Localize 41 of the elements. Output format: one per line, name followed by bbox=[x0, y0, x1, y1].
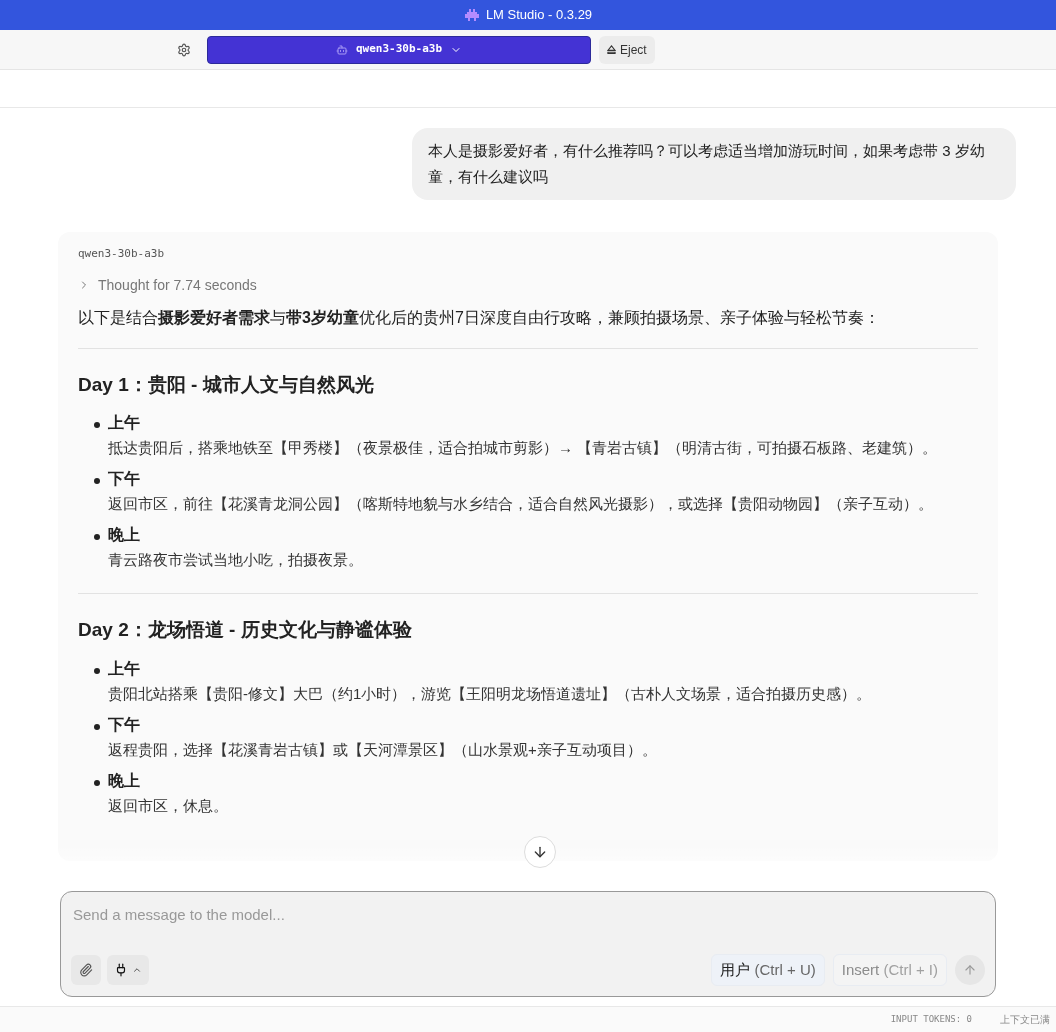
arrow-down-icon bbox=[532, 844, 548, 860]
message-input[interactable]: Send a message to the model... bbox=[71, 904, 985, 927]
activity-text: 返回市区，休息。 bbox=[108, 795, 228, 816]
attach-button[interactable] bbox=[71, 955, 101, 985]
intro-text: 以下是结合摄影爱好者需求与带3岁幼童优化后的贵州7日深度自由行攻略，兼顾拍摄场景、亲子体验与轻松节奏： bbox=[78, 307, 881, 328]
token-count: INPUT TOKENS: 0 bbox=[890, 1012, 972, 1026]
activity-text: 返程贵阳，选择【花溪青岩古镇】或【天河潭景区】（山水景观+亲子互动项目）。 bbox=[108, 739, 657, 760]
settings-icon[interactable] bbox=[177, 42, 191, 57]
model-selector[interactable]: qwen3-30b-a3b bbox=[207, 35, 591, 64]
bullet-icon bbox=[94, 534, 100, 540]
activity-text: 返回市区，前往【花溪青龙洞公园】（喀斯特地貌与水乡结合，适合自然风光摄影），或选择【贵阳动物园】（亲子互动）。 bbox=[108, 494, 933, 514]
paperclip-icon bbox=[79, 963, 93, 977]
bullet-icon bbox=[94, 478, 100, 484]
model-name: qwen3-30b-a3b bbox=[78, 246, 166, 262]
time-label: 下午 bbox=[108, 714, 141, 735]
day-heading: Day 1：贵阳 - 城市人文与自然风光 bbox=[78, 372, 375, 397]
plug-icon bbox=[114, 963, 128, 977]
time-label: 晚上 bbox=[108, 525, 141, 545]
bullet-icon bbox=[94, 667, 100, 674]
user-message: 本人是摄影爱好者，有什么推荐吗？可以考虑适当增加游玩时间，如果考虑带 3 岁幼童，有什么建议吗 bbox=[412, 128, 1016, 200]
time-label: 上午 bbox=[108, 658, 141, 679]
thought-toggle[interactable]: Thought for 7.74 seconds bbox=[78, 274, 257, 296]
time-label: 上午 bbox=[108, 413, 141, 433]
time-label: 晚上 bbox=[108, 770, 141, 791]
robot-icon bbox=[335, 43, 348, 56]
activity-text: 青云路夜市尝试当地小吃，拍摄夜景。 bbox=[108, 550, 363, 570]
eject-button[interactable]: Eject bbox=[599, 35, 655, 64]
time-label: 下午 bbox=[108, 469, 141, 489]
role-button[interactable]: 用户 (Ctrl + U) bbox=[711, 954, 825, 986]
bullet-icon bbox=[94, 723, 100, 730]
chevron-up-icon bbox=[132, 965, 142, 975]
plugin-button[interactable] bbox=[107, 955, 149, 985]
app-logo-icon bbox=[463, 8, 480, 22]
window-title: LM Studio - 0.3.29 bbox=[485, 6, 593, 25]
eject-icon bbox=[607, 45, 616, 54]
context-status: 上下文已满 bbox=[1000, 1013, 1050, 1027]
activity-text: 贵阳北站搭乘【贵阳-修文】大巴（约1小时），游览【王阳明龙场悟道遗址】（古朴人文场景，适合拍摄历史感）。 bbox=[108, 683, 872, 704]
day-heading: Day 2：龙场悟道 - 历史文化与静谧体验 bbox=[78, 618, 413, 642]
activity-text: 抵达贵阳后，搭乘地铁至【甲秀楼】（夜景极佳，适合拍城市剪影）→ 【青岩古镇】（明清古街，可拍摄石板路、老建筑）。 bbox=[108, 438, 938, 458]
bullet-icon bbox=[94, 422, 100, 428]
bullet-icon bbox=[94, 779, 100, 786]
